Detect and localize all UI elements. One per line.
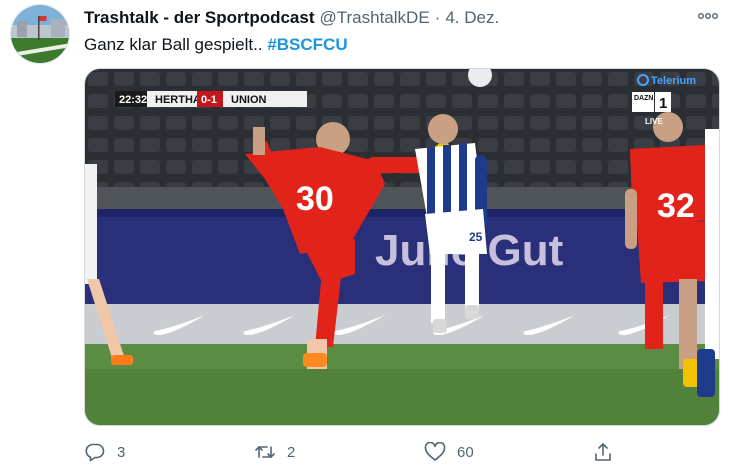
jersey-number-25: 25 [469, 230, 483, 244]
home-team: HERTHA [155, 94, 201, 106]
match-photo: Julie Gut 30 25 32 22:32 HERTHA 0-1 UNIO… [85, 69, 719, 425]
channel-number: 1 [659, 95, 667, 112]
tweet-actions: 3 2 60 [84, 438, 720, 466]
tweet-media[interactable]: Julie Gut 30 25 32 22:32 HERTHA 0-1 UNIO… [84, 68, 720, 426]
header-separator: · [434, 8, 441, 27]
reply-icon [84, 441, 106, 463]
tweet-date[interactable]: 4. Dez. [445, 8, 499, 28]
channel-name: DAZN [634, 95, 653, 102]
match-clock: 22:32 [119, 94, 147, 106]
reply-button[interactable]: 3 [84, 438, 125, 466]
like-button[interactable]: 60 [424, 438, 474, 466]
jersey-number-30: 30 [296, 180, 334, 218]
jersey-number-32: 32 [657, 187, 695, 225]
broadcaster-name: Telerium [651, 75, 696, 87]
retweet-button[interactable]: 2 [254, 438, 295, 466]
scoreboard: 22:32 HERTHA 0-1 UNION [115, 91, 307, 107]
match-score: 0-1 [201, 94, 217, 106]
tweet-body: Ganz klar Ball gespielt.. [84, 35, 268, 54]
share-icon [592, 441, 614, 463]
live-label: LIVE [645, 117, 663, 126]
away-team: UNION [231, 94, 267, 106]
heart-icon [424, 441, 446, 463]
like-count: 60 [457, 443, 474, 461]
tweet-header: Trashtalk - der Sportpodcast @TrashtalkD… [84, 8, 499, 30]
retweet-icon [254, 441, 276, 463]
author-handle[interactable]: @TrashtalkDE [320, 8, 430, 28]
hashtag-link[interactable]: #BSCFCU [267, 35, 347, 54]
tweet-text: Ganz klar Ball gespielt.. #BSCFCU [84, 35, 348, 55]
retweet-count: 2 [287, 443, 296, 461]
avatar[interactable] [10, 4, 70, 64]
more-dots-icon [698, 13, 718, 19]
more-options-button[interactable] [696, 6, 720, 26]
avatar-image [11, 5, 69, 63]
reply-count: 3 [117, 443, 126, 461]
author-name[interactable]: Trashtalk - der Sportpodcast [84, 8, 315, 28]
share-button[interactable] [592, 438, 625, 466]
